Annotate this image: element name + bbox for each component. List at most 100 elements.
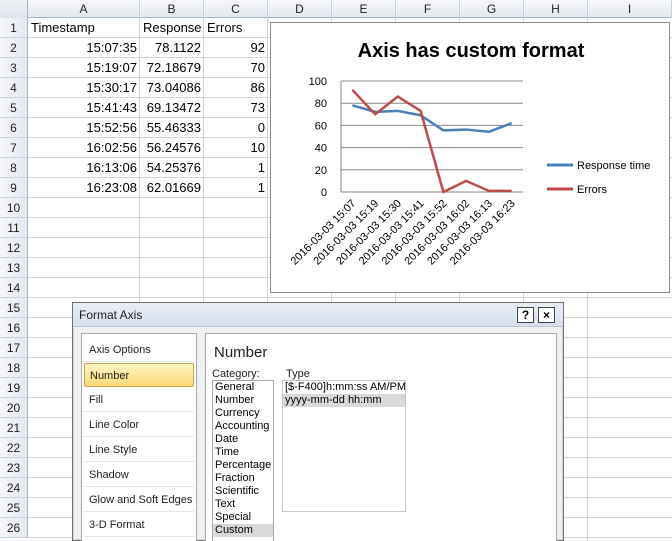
row-header-6[interactable]: 6 [0,118,28,138]
column-header-b[interactable]: B [140,0,204,18]
row-header-17[interactable]: 17 [0,338,28,358]
row-header-16[interactable]: 16 [0,318,28,338]
nav-item-3-d-format[interactable]: 3-D Format [84,513,194,537]
data-cell[interactable]: 73 [204,98,268,118]
data-cell[interactable]: 62.01669 [140,178,204,198]
row-header-15[interactable]: 15 [0,298,28,318]
close-button[interactable]: × [538,307,555,323]
column-header-i[interactable]: I [588,0,672,18]
column-header-h[interactable]: H [524,0,588,18]
data-cell[interactable]: 1 [204,158,268,178]
data-cell[interactable]: 15:30:17 [28,78,140,98]
header-cell[interactable]: Response [140,18,204,38]
data-cell[interactable]: 72.18679 [140,58,204,78]
nav-item-shadow[interactable]: Shadow [84,463,194,487]
data-cell[interactable]: 86 [204,78,268,98]
category-item-date[interactable]: Date [213,433,273,446]
row-header-18[interactable]: 18 [0,358,28,378]
row-header-26[interactable]: 26 [0,518,28,538]
legend-label: Response time [577,160,650,172]
nav-item-number[interactable]: Number [84,363,194,387]
gridline [28,297,672,298]
category-label: Category: [212,368,260,380]
data-cell[interactable]: 16:02:56 [28,138,140,158]
row-header-21[interactable]: 21 [0,418,28,438]
category-list[interactable]: General Number Currency Accounting Date Time P… [212,380,274,541]
help-button[interactable]: ? [517,307,534,323]
data-cell[interactable]: 55.46333 [140,118,204,138]
data-cell[interactable]: 0 [204,118,268,138]
row-header-22[interactable]: 22 [0,438,28,458]
category-item-accounting[interactable]: Accounting [213,420,273,433]
nav-item-glow-and-soft-edges[interactable]: Glow and Soft Edges [84,488,194,512]
row-header-3[interactable]: 3 [0,58,28,78]
data-cell[interactable]: 78.1122 [140,38,204,58]
row-header-1[interactable]: 1 [0,18,28,38]
type-item[interactable]: [$-F400]h:mm:ss AM/PM [283,381,405,394]
header-cell[interactable]: Errors [204,18,268,38]
column-header-g[interactable]: G [460,0,524,18]
category-item-time[interactable]: Time [213,446,273,459]
data-cell[interactable]: 15:07:35 [28,38,140,58]
category-item-scientific[interactable]: Scientific [213,485,273,498]
header-cell[interactable]: Timestamp [28,18,140,38]
row-header-2[interactable]: 2 [0,38,28,58]
data-cell[interactable]: 54.25376 [140,158,204,178]
row-header-9[interactable]: 9 [0,178,28,198]
column-header-a[interactable]: A [28,0,140,18]
row-header-10[interactable]: 10 [0,198,28,218]
data-cell[interactable]: 15:19:07 [28,58,140,78]
category-item-percentage[interactable]: Percentage [213,459,273,472]
dialog-title: Format Axis [79,308,143,322]
row-header-19[interactable]: 19 [0,378,28,398]
row-header-8[interactable]: 8 [0,158,28,178]
data-cell[interactable]: 69.13472 [140,98,204,118]
category-item-currency[interactable]: Currency [213,407,273,420]
row-header-5[interactable]: 5 [0,98,28,118]
data-cell[interactable]: 15:52:56 [28,118,140,138]
category-item-text[interactable]: Text [213,498,273,511]
format-axis-dialog: Format Axis ? × Axis Options Number Fill Li… [72,302,564,541]
category-item-general[interactable]: General [213,381,273,394]
data-cell[interactable]: 70 [204,58,268,78]
nav-item-fill[interactable]: Fill [84,388,194,412]
data-cell[interactable]: 56.24576 [140,138,204,158]
legend-label: Errors [577,184,607,196]
data-cell[interactable]: 1 [204,178,268,198]
column-header-e[interactable]: E [332,0,396,18]
nav-item-line-color[interactable]: Line Color [84,413,194,437]
line-chart[interactable]: Axis has custom format 0 20 40 60 80 100 2016-0… [270,22,670,293]
chart-title: Axis has custom format [358,40,585,62]
row-header-20[interactable]: 20 [0,398,28,418]
data-cell[interactable]: 16:13:06 [28,158,140,178]
column-header-c[interactable]: C [204,0,268,18]
type-item[interactable]: yyyy-mm-dd hh:mm [283,394,405,407]
row-header-7[interactable]: 7 [0,138,28,158]
column-header-d[interactable]: D [268,0,332,18]
row-header-11[interactable]: 11 [0,218,28,238]
select-all-corner[interactable] [0,0,28,18]
row-header-4[interactable]: 4 [0,78,28,98]
row-header-25[interactable]: 25 [0,498,28,518]
type-list[interactable]: [$-F400]h:mm:ss AM/PM yyyy-mm-dd hh:mm [282,380,406,512]
row-header-13[interactable]: 13 [0,258,28,278]
data-cell[interactable]: 10 [204,138,268,158]
data-cell[interactable]: 92 [204,38,268,58]
category-item-number[interactable]: Number [213,394,273,407]
category-item-custom[interactable]: Custom [213,524,273,537]
data-cell[interactable]: 16:23:08 [28,178,140,198]
data-cell[interactable]: 73.04086 [140,78,204,98]
data-cell[interactable]: 15:41:43 [28,98,140,118]
number-panel: Number Category: Type General Number Curre… [205,333,557,541]
row-header-23[interactable]: 23 [0,458,28,478]
row-header-14[interactable]: 14 [0,278,28,298]
nav-item-axis-options[interactable]: Axis Options [84,338,194,362]
category-item-fraction[interactable]: Fraction [213,472,273,485]
category-item-special[interactable]: Special [213,511,273,524]
row-header-12[interactable]: 12 [0,238,28,258]
dialog-title-bar[interactable]: Format Axis ? × [73,303,563,327]
row-header-24[interactable]: 24 [0,478,28,498]
y-tick-label: 100 [309,76,327,88]
column-header-f[interactable]: F [396,0,460,18]
nav-item-line-style[interactable]: Line Style [84,438,194,462]
